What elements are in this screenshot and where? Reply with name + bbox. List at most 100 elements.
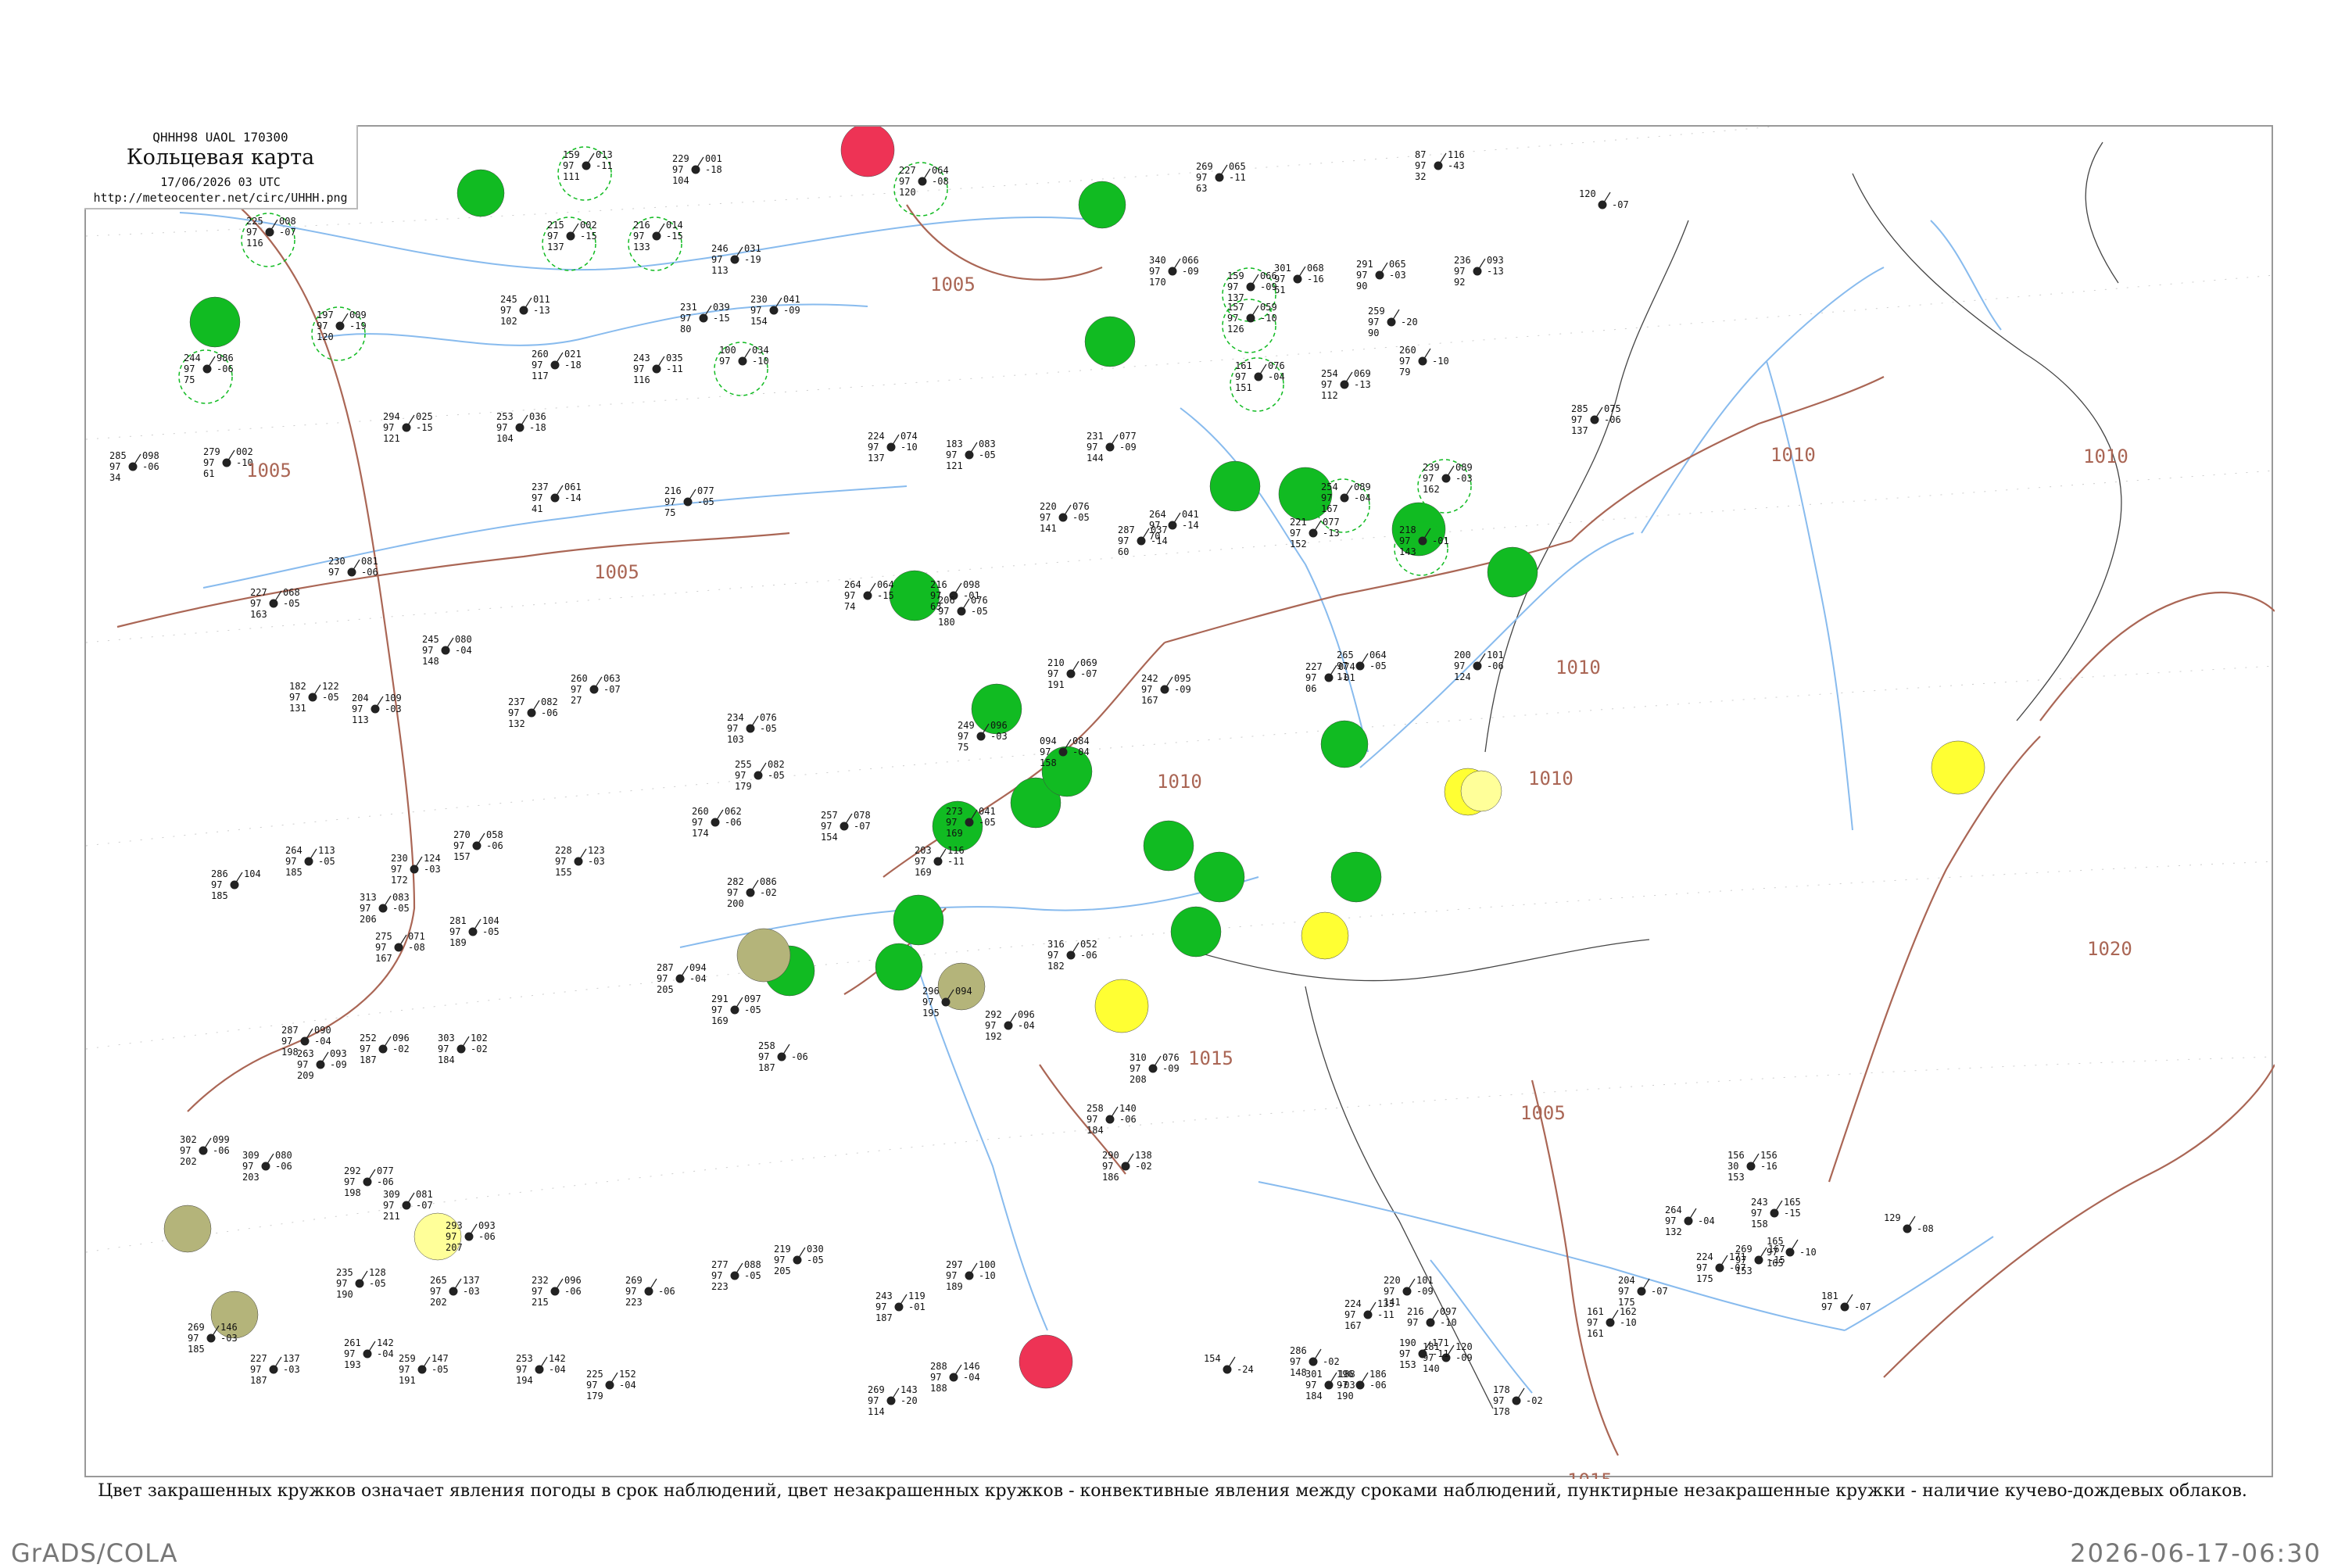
station-plot: 2449775 986-06 [178,349,234,404]
station-value: 216 [633,220,650,231]
station-value: 97 [180,1145,191,1156]
wind-barb-icon [523,297,532,311]
station-value: 97 [352,703,363,714]
station-plot: 26497185 113-05 [285,845,335,878]
station-value: -06 [486,840,503,851]
station-value: -14 [1182,520,1199,531]
station-value: 099 [213,1134,230,1145]
wind-barb-icon [1477,653,1486,667]
wind-barb-icon [1789,1239,1799,1253]
station-value: -05 [744,1270,761,1281]
isobar-label: 1010 [1556,657,1601,678]
station-value: 185 [188,1344,205,1355]
station-value: 200 [1454,650,1471,660]
station-value: 138 [1135,1150,1152,1161]
station-value: 159 [1227,270,1244,281]
station-value: -06 [541,707,558,718]
station-value: -05 [1369,660,1387,671]
wind-barb-icon [656,356,665,370]
station-value: 340 [1149,255,1166,266]
station-value: -15 [666,231,683,242]
station-value: 184 [1305,1391,1323,1402]
station-value: 97 [946,1270,957,1281]
bulletin-code: QHHH98 UAOL 170300 [152,130,288,145]
station-plot: 29197169 097-05 [711,993,761,1026]
station-value: -15 [713,313,730,324]
station-plot: 23097154 041-09 [750,294,800,327]
weather-circle [1170,906,1222,958]
station-value: 165 [1784,1197,1801,1208]
station-value: 179 [735,781,752,792]
station-value: 116 [1448,149,1465,160]
wind-barb-icon [1226,1356,1236,1370]
station-value: -08 [932,176,949,187]
station-value: 128 [369,1267,386,1278]
station-value: 090 [314,1025,331,1036]
map-canvas: 15997111013-1122997104001-18 22797120064-… [86,127,2275,1479]
station-value: 253 [496,411,514,422]
map-url[interactable]: http://meteocenter.net/circ/UHHH.png [84,191,356,205]
station-value: 273 [946,806,963,817]
station-value: -06 [791,1051,808,1062]
station-value: 255 [735,759,752,770]
station-value: 132 [508,718,525,729]
station-value: -02 [392,1044,410,1054]
station-plot: 22197152 077-13 [1290,517,1340,550]
wind-barb-icon [1719,1255,1728,1269]
wind-barb-icon [1164,676,1173,690]
isobar-label: 1020 [2087,938,2132,960]
wind-barb-icon [519,414,528,428]
station-value: 97 [1423,473,1434,484]
station-value: -05 [369,1278,386,1289]
station-value: 260 [571,673,588,684]
isobar-label: 1010 [1770,444,1816,466]
station-value: 190 [1399,1337,1416,1348]
station-value: 97 [625,1286,636,1297]
station-value: 97 [1290,1356,1301,1367]
station-value: 187 [360,1054,377,1065]
isobar-label: 1005 [594,561,639,583]
station-value: 97 [1227,313,1238,324]
station-value: 153 [1727,1172,1745,1183]
station-value: 035 [666,353,683,363]
station-plot: 2169775 077-05 [664,485,714,518]
isobar-label: 1010 [2083,446,2128,467]
weather-circle [189,296,241,348]
station-value: 97 [821,821,832,832]
station-plot: 31697182 052-06 [1047,939,1097,972]
station-value: 151 [1235,382,1252,393]
station-plot: 15630153156-16 [1727,1150,1778,1183]
station-value: 97 [336,1278,347,1289]
station-value: 243 [875,1291,893,1301]
station-value: 137 [283,1353,300,1364]
station-value: -13 [1354,379,1371,390]
wind-barb-icon [843,813,853,827]
grid-line [86,127,1778,237]
wind-barb-icon [750,715,759,729]
station-value: 220 [1040,501,1057,512]
station-value: 97 [1087,442,1097,453]
wind-barb-icon [406,1192,415,1206]
station-value: 90 [1368,328,1379,338]
station-value: 265 [1337,650,1354,660]
station-value: 97 [317,320,328,331]
station-value: 80 [680,324,691,335]
wind-barb-icon [578,848,587,862]
station-value: 97 [586,1380,597,1391]
river [1180,407,1369,753]
station-plot: 29397207 093-06 [446,1220,496,1253]
station-value: 121 [946,460,963,471]
station-value: 132 [1665,1226,1682,1237]
isobar-line [1883,1064,2275,1378]
station-plot: 21097191 069-07 [1047,657,1097,690]
station-value: 263 [297,1048,314,1059]
wind-barb-icon [797,1247,806,1261]
station-value: -03 [283,1364,300,1375]
station-value: -05 [1072,512,1090,523]
station-plot: 26497132 -04 [1665,1205,1715,1237]
station-value: -04 [689,973,707,984]
station-value: 198 [281,1047,299,1058]
station-value: 97 [633,231,644,242]
station-value: 32 [1415,171,1426,182]
station-plot: 26997185 146-03 [188,1322,238,1355]
